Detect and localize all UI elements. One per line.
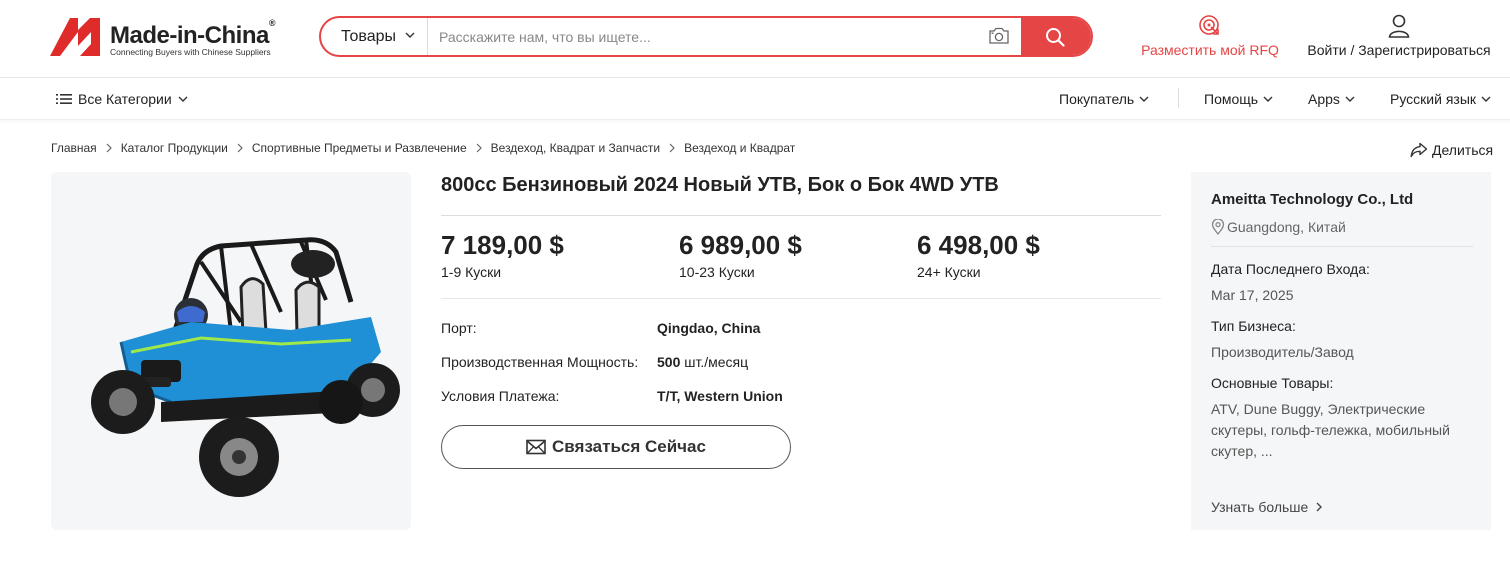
price-value: 6 498,00 $ bbox=[917, 230, 1040, 260]
language-menu-label: Русский язык bbox=[1390, 91, 1477, 107]
price-quantity: 10-23 Куски bbox=[679, 264, 755, 280]
breadcrumb-item-catalog[interactable]: Каталог Продукции bbox=[121, 141, 228, 155]
learn-more-link[interactable]: Узнать больше bbox=[1211, 499, 1323, 515]
share-button[interactable]: Делиться bbox=[1410, 142, 1493, 158]
contact-now-button[interactable]: Связаться Сейчас bbox=[441, 425, 791, 469]
search-bar: Товары bbox=[319, 16, 1093, 57]
logo-registered-mark: ® bbox=[268, 18, 276, 28]
port-label: Порт: bbox=[441, 320, 477, 336]
chevron-down-icon bbox=[1345, 96, 1355, 102]
divider bbox=[1211, 246, 1473, 247]
post-rfq-link[interactable]: Разместить мой RFQ bbox=[1140, 14, 1280, 58]
chevron-down-icon bbox=[1263, 96, 1273, 102]
rfq-target-icon bbox=[1199, 15, 1219, 35]
payment-terms-label: Условия Платежа: bbox=[441, 388, 560, 404]
login-label: Войти / Зарегистрироваться bbox=[1307, 42, 1491, 58]
breadcrumb: Главная Каталог Продукции Спортивные Пре… bbox=[51, 141, 795, 155]
site-logo[interactable]: Made-in-China® Connecting Buyers with Ch… bbox=[50, 16, 280, 60]
language-menu[interactable]: Русский язык bbox=[1390, 91, 1491, 107]
buyer-menu[interactable]: Покупатель bbox=[1059, 91, 1149, 107]
price-tier: 6 989,00 $ 10-23 Куски bbox=[679, 230, 802, 280]
search-input[interactable] bbox=[439, 18, 979, 55]
help-menu[interactable]: Помощь bbox=[1204, 91, 1273, 107]
last-login-value: Mar 17, 2025 bbox=[1211, 287, 1294, 303]
search-icon bbox=[1046, 28, 1065, 47]
location-pin-icon bbox=[1211, 219, 1225, 235]
chevron-down-icon bbox=[405, 32, 415, 38]
supplier-name[interactable]: Ameitta Technology Co., Ltd bbox=[1211, 191, 1413, 208]
payment-terms-value: T/T, Western Union bbox=[657, 388, 783, 404]
camera-icon[interactable] bbox=[988, 27, 1010, 45]
divider bbox=[441, 298, 1161, 299]
search-category-label: Товары bbox=[341, 28, 397, 45]
price-value: 7 189,00 $ bbox=[441, 230, 564, 260]
chevron-right-icon bbox=[669, 143, 675, 153]
breadcrumb-item-atv[interactable]: Вездеход и Квадрат bbox=[684, 141, 795, 155]
capacity-unit: шт./месяц bbox=[680, 354, 749, 370]
share-icon bbox=[1410, 142, 1428, 158]
breadcrumb-item-home[interactable]: Главная bbox=[51, 141, 97, 155]
learn-more-label: Узнать больше bbox=[1211, 499, 1309, 515]
price-quantity: 1-9 Куски bbox=[441, 264, 502, 280]
business-type-value: Производитель/Завод bbox=[1211, 344, 1354, 360]
apps-menu[interactable]: Apps bbox=[1308, 91, 1355, 107]
supplier-location: Guangdong, Китай bbox=[1211, 219, 1346, 235]
divider bbox=[441, 215, 1161, 216]
share-label: Делиться bbox=[1432, 142, 1494, 158]
price-tier: 6 498,00 $ 24+ Куски bbox=[917, 230, 1040, 280]
product-title: 800cc Бензиновый 2024 Новый УТВ, Бок о Б… bbox=[441, 174, 999, 196]
last-login-label: Дата Последнего Входа: bbox=[1211, 261, 1370, 277]
rfq-label: Разместить мой RFQ bbox=[1141, 42, 1279, 58]
logo-mark-icon bbox=[50, 18, 100, 56]
supplier-location-text: Guangdong, Китай bbox=[1227, 219, 1346, 235]
all-categories-menu[interactable]: Все Категории bbox=[56, 91, 188, 107]
chevron-right-icon bbox=[1316, 502, 1323, 512]
supplier-card: Ameitta Technology Co., Ltd Guangdong, К… bbox=[1191, 172, 1491, 530]
chevron-down-icon bbox=[1481, 96, 1491, 102]
utv-product-photo bbox=[91, 237, 400, 497]
chevron-right-icon bbox=[106, 143, 112, 153]
site-header: Made-in-China® Connecting Buyers with Ch… bbox=[0, 0, 1510, 78]
nav-divider bbox=[1178, 88, 1179, 108]
nav-bar: Все Категории Покупатель Помощь Apps Рус… bbox=[0, 78, 1510, 120]
logo-text: Made-in-China bbox=[110, 22, 269, 49]
capacity-number: 500 bbox=[657, 354, 681, 370]
buyer-menu-label: Покупатель bbox=[1059, 91, 1135, 107]
price-tier: 7 189,00 $ 1-9 Куски bbox=[441, 230, 564, 280]
price-quantity: 24+ Куски bbox=[917, 264, 981, 280]
list-icon bbox=[56, 94, 72, 104]
capacity-label: Производственная Мощность: bbox=[441, 354, 639, 370]
chevron-right-icon bbox=[476, 143, 482, 153]
chevron-down-icon bbox=[178, 96, 188, 102]
login-register-link[interactable]: Войти / Зарегистрироваться bbox=[1300, 14, 1498, 58]
help-menu-label: Помощь bbox=[1204, 91, 1259, 107]
chevron-down-icon bbox=[1139, 96, 1149, 102]
all-categories-label: Все Категории bbox=[78, 91, 172, 107]
breadcrumb-item-sports[interactable]: Спортивные Предметы и Развлечение bbox=[252, 141, 467, 155]
logo-tagline: Connecting Buyers with Chinese Suppliers bbox=[110, 47, 271, 57]
main-products-label: Основные Товары: bbox=[1211, 375, 1334, 391]
main-products-value: ATV, Dune Buggy, Электрические скутеры, … bbox=[1211, 401, 1450, 459]
business-type-label: Тип Бизнеса: bbox=[1211, 318, 1296, 334]
search-category-select[interactable]: Товары bbox=[321, 18, 428, 55]
price-value: 6 989,00 $ bbox=[679, 230, 802, 260]
contact-now-label: Связаться Сейчас bbox=[552, 437, 706, 456]
user-icon bbox=[1388, 14, 1410, 38]
apps-menu-label: Apps bbox=[1308, 91, 1340, 107]
breadcrumb-item-atv-parts[interactable]: Вездеход, Квадрат и Запчасти bbox=[491, 141, 660, 155]
capacity-value: 500 шт./месяц bbox=[657, 354, 748, 370]
chevron-right-icon bbox=[237, 143, 243, 153]
product-image[interactable] bbox=[51, 172, 411, 530]
envelope-icon bbox=[526, 439, 546, 455]
search-button[interactable] bbox=[1021, 18, 1091, 55]
port-value: Qingdao, China bbox=[657, 320, 761, 336]
